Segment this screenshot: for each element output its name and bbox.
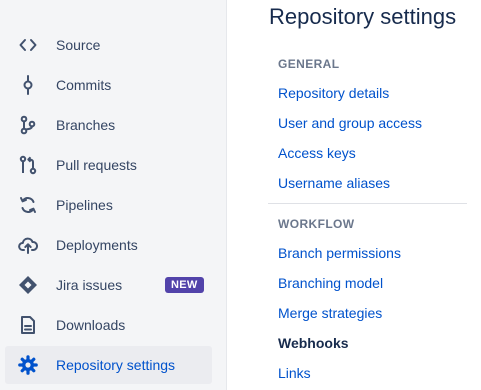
settings-link-webhooks[interactable]: Webhooks	[278, 335, 349, 351]
commit-icon	[17, 74, 39, 96]
cloud-upload-icon	[17, 234, 39, 256]
document-icon	[17, 314, 39, 336]
sidebar-item-downloads[interactable]: Downloads	[5, 306, 212, 344]
sidebar-item-repository-settings[interactable]: Repository settings	[5, 346, 212, 384]
sidebar-item-label: Jira issues	[56, 277, 123, 293]
section-heading-workflow: WORKFLOW	[278, 217, 355, 231]
sidebar-item-label: Repository settings	[56, 357, 176, 373]
sidebar: Source Commits Branches Pull requests Pi…	[0, 0, 227, 390]
sidebar-item-branches[interactable]: Branches	[5, 106, 212, 144]
main-content: Repository settings GENERAL Repository d…	[227, 0, 481, 390]
section-heading-general: GENERAL	[278, 57, 340, 71]
code-icon	[17, 34, 39, 56]
sidebar-item-label: Pipelines	[56, 197, 113, 213]
sidebar-item-label: Deployments	[56, 237, 138, 253]
settings-link-access-keys[interactable]: Access keys	[278, 145, 356, 161]
sidebar-item-deployments[interactable]: Deployments	[5, 226, 212, 264]
sidebar-item-label: Pull requests	[56, 157, 137, 173]
branch-icon	[17, 114, 39, 136]
settings-link-username-aliases[interactable]: Username aliases	[278, 175, 390, 191]
settings-link-repository-details[interactable]: Repository details	[278, 85, 389, 101]
sidebar-item-jira-issues[interactable]: Jira issues NEW	[5, 266, 212, 304]
sidebar-item-label: Downloads	[56, 317, 126, 333]
settings-link-branching-model[interactable]: Branching model	[278, 275, 383, 291]
sidebar-item-pull-requests[interactable]: Pull requests	[5, 146, 212, 184]
settings-link-links[interactable]: Links	[278, 365, 311, 381]
settings-link-user-and-group-access[interactable]: User and group access	[278, 115, 422, 131]
sidebar-item-label: Branches	[56, 117, 116, 133]
sidebar-item-source[interactable]: Source	[5, 26, 212, 64]
section-divider	[268, 203, 467, 204]
refresh-icon	[17, 194, 39, 216]
page-title: Repository settings	[269, 4, 457, 29]
sidebar-item-pipelines[interactable]: Pipelines	[5, 186, 212, 224]
new-badge: NEW	[165, 277, 204, 293]
settings-link-merge-strategies[interactable]: Merge strategies	[278, 305, 382, 321]
pull-request-icon	[17, 154, 39, 176]
settings-link-branch-permissions[interactable]: Branch permissions	[278, 245, 401, 261]
jira-icon	[17, 274, 39, 296]
sidebar-item-label: Source	[56, 37, 101, 53]
sidebar-item-commits[interactable]: Commits	[5, 66, 212, 104]
gear-icon	[17, 354, 39, 376]
sidebar-item-label: Commits	[56, 77, 112, 93]
